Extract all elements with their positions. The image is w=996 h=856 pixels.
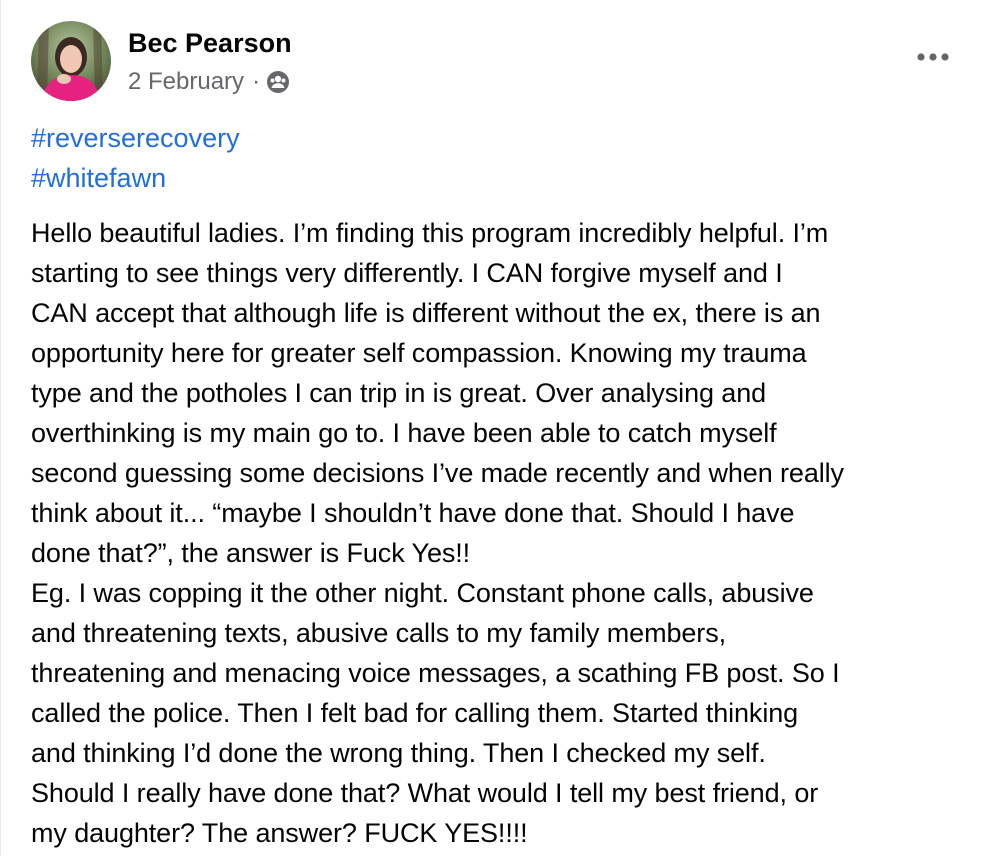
post-text-line: Should I really have done that? What wou… <box>31 778 819 808</box>
author-name[interactable]: Bec Pearson <box>128 28 292 58</box>
post-text-line: overthinking is my main go to. I have be… <box>31 418 777 448</box>
group-audience-icon <box>266 70 290 94</box>
post-text-line: Eg. I was copping it the other night. Co… <box>31 578 814 608</box>
feed-post: Bec Pearson 2 February · #reverserecover… <box>0 0 996 856</box>
post-text-line: and threatening texts, abusive calls to … <box>31 618 727 648</box>
post-meta: Bec Pearson 2 February · <box>128 21 292 96</box>
post-text-line: second guessing some decisions I’ve made… <box>31 458 844 488</box>
hashtag-link[interactable]: #reverserecovery <box>31 118 966 158</box>
post-text-line: CAN accept that although life is differe… <box>31 298 821 328</box>
post-text-line: threatening and menacing voice messages,… <box>31 658 840 688</box>
post-subtitle: 2 February · <box>128 68 292 96</box>
author-avatar[interactable] <box>31 21 111 101</box>
post-text-line: Hello beautiful ladies. I’m finding this… <box>31 218 829 248</box>
post-text-line: think about it... “maybe I shouldn’t hav… <box>31 498 795 528</box>
meta-separator: · <box>252 68 261 95</box>
post-text-line: and thinking I’d done the wrong thing. T… <box>31 738 766 768</box>
post-body: #reverserecovery #whitefawn Hello beauti… <box>31 118 966 853</box>
post-text-line: starting to see things very differently.… <box>31 258 783 288</box>
avatar-image <box>31 21 111 101</box>
post-text-line: called the police. Then I felt bad for c… <box>31 698 799 728</box>
post-date[interactable]: 2 February <box>128 68 244 96</box>
post-text-line: type and the potholes I can trip in is g… <box>31 378 767 408</box>
hashtag-link[interactable]: #whitefawn <box>31 158 966 198</box>
post-border <box>0 0 1 856</box>
post-text-line: opportunity here for greater self compas… <box>31 338 807 368</box>
post-text-line: done that?”, the answer is Fuck Yes!! <box>31 538 471 568</box>
more-options-icon[interactable] <box>916 42 950 72</box>
post-header: Bec Pearson 2 February · <box>31 21 292 101</box>
post-text-line: my daughter? The answer? FUCK YES!!!! <box>31 818 528 848</box>
